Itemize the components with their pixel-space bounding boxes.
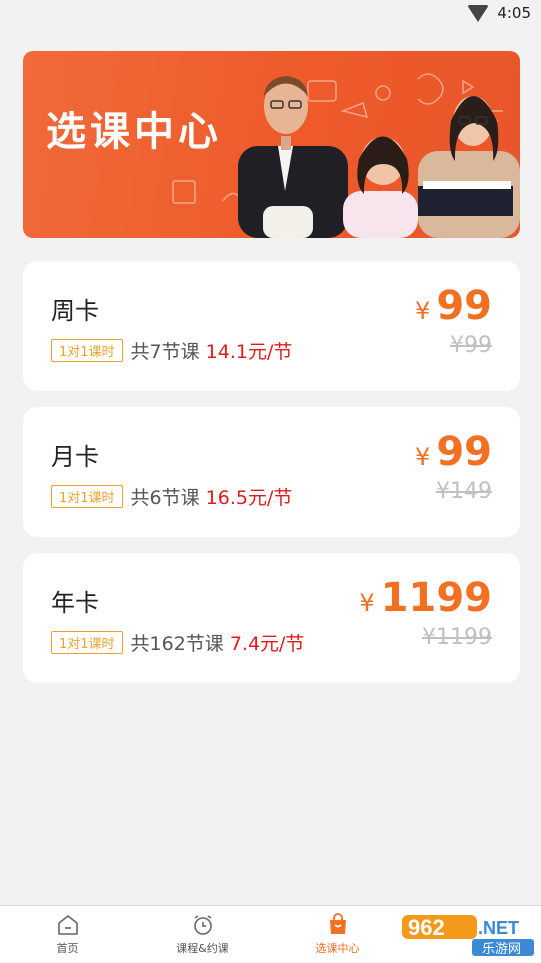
card-name: 周卡 xyxy=(51,297,99,325)
price: ¥ 99 xyxy=(415,429,492,475)
lesson-count: 共6节课 xyxy=(130,487,200,509)
lesson-type-tag: 1对1课时 xyxy=(51,485,123,508)
currency-symbol: ¥ xyxy=(415,443,431,471)
package-card-yearly[interactable]: 年卡 1对1课时 共162节课 7.4元/节 ¥ 1199 ¥1199 xyxy=(23,553,520,683)
lesson-type-tag: 1对1课时 xyxy=(51,631,123,654)
package-card-monthly[interactable]: 月卡 1对1课时 共6节课 16.5元/节 ¥ 99 ¥149 xyxy=(23,407,520,537)
woman-figure xyxy=(418,96,520,238)
card-info: 1对1课时 共7节课 14.1元/节 xyxy=(51,337,292,364)
price-value: 1199 xyxy=(380,575,492,621)
currency-symbol: ¥ xyxy=(415,297,431,325)
card-name: 年卡 xyxy=(51,589,99,617)
original-price: ¥1199 xyxy=(422,625,492,650)
banner[interactable]: 选课中心 xyxy=(23,51,520,238)
svg-text:乐游网: 乐游网 xyxy=(482,942,521,957)
svg-text:.NET: .NET xyxy=(478,918,519,938)
tab-label: 课程&约课 xyxy=(176,942,229,955)
alarm-clock-icon xyxy=(193,915,212,935)
price-value: 99 xyxy=(436,429,492,475)
original-price: ¥99 xyxy=(450,333,492,358)
wifi-icon xyxy=(467,4,490,22)
tab-label: 首页 xyxy=(56,942,79,955)
status-bar: 4:05 xyxy=(0,0,541,30)
tab-label: 选课中心 xyxy=(315,942,360,955)
per-lesson-price: 14.1元/节 xyxy=(205,341,293,363)
banner-title: 选课中心 xyxy=(46,109,222,155)
shopping-bag-icon xyxy=(329,913,346,934)
site-watermark-logo: 962 .NET 乐游网 xyxy=(402,915,534,957)
per-lesson-price: 7.4元/节 xyxy=(229,633,305,655)
original-price: ¥149 xyxy=(436,479,492,504)
lesson-count: 共162节课 xyxy=(130,633,224,655)
card-name: 月卡 xyxy=(51,443,99,471)
package-card-weekly[interactable]: 周卡 1对1课时 共7节课 14.1元/节 ¥ 99 ¥99 xyxy=(23,261,520,391)
lesson-type-tag: 1对1课时 xyxy=(51,339,123,362)
home-icon xyxy=(57,915,78,935)
tab-courses[interactable]: 课程&约课 xyxy=(135,906,270,963)
lesson-count: 共7节课 xyxy=(130,341,200,363)
tab-home[interactable]: 首页 xyxy=(0,906,135,963)
price: ¥ 99 xyxy=(415,283,492,329)
tab-course-center[interactable]: 选课中心 xyxy=(270,906,405,963)
status-time: 4:05 xyxy=(497,4,531,22)
status-indicators: 4:05 xyxy=(467,4,531,22)
price-value: 99 xyxy=(436,283,492,329)
card-info: 1对1课时 共6节课 16.5元/节 xyxy=(51,483,292,510)
svg-text:962: 962 xyxy=(408,915,445,940)
currency-symbol: ¥ xyxy=(359,589,375,617)
card-info: 1对1课时 共162节课 7.4元/节 xyxy=(51,629,304,656)
per-lesson-price: 16.5元/节 xyxy=(205,487,293,509)
price: ¥ 1199 xyxy=(359,575,492,621)
